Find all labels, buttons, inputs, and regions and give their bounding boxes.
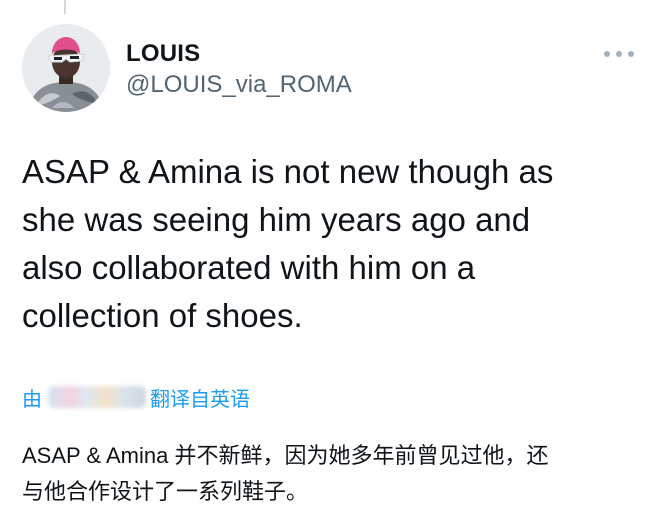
avatar[interactable]: [22, 24, 110, 112]
more-options-button[interactable]: [604, 44, 634, 64]
translation-service-logo-blurred: [48, 386, 146, 408]
translated-from-english-link[interactable]: 翻译自英语: [150, 383, 250, 412]
author-display-name[interactable]: LOUIS: [126, 40, 200, 68]
more-horizontal-icon: [604, 51, 634, 57]
thread-connector-line: [64, 0, 66, 14]
author-handle[interactable]: @LOUIS_via_ROMA: [126, 71, 352, 99]
more-icon-dot: [604, 51, 610, 57]
more-icon-dot: [616, 51, 622, 57]
more-icon-dot: [628, 51, 634, 57]
translation-by-label: 由: [22, 388, 42, 411]
translated-tweet-text: ASAP & Amina 并不新鲜，因为她多年前曾见过他，还 与他合作设计了一系…: [22, 443, 549, 504]
translation-attribution: 由 翻译自英语: [22, 382, 250, 412]
tweet-text: ASAP & Amina is not new though as she wa…: [22, 153, 554, 334]
avatar-image: [22, 24, 110, 112]
